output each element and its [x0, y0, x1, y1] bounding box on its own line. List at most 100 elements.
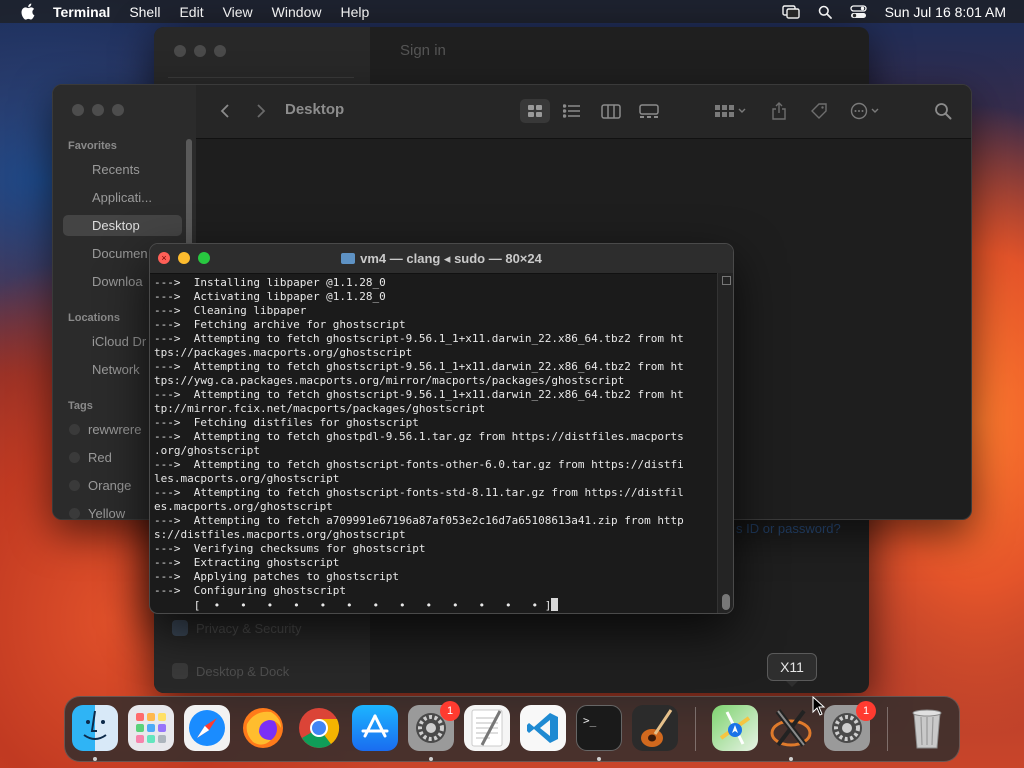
- tag-dot-icon: [69, 424, 80, 435]
- terminal-progress: [ • • • • • • • • • • • • • ]: [154, 599, 552, 612]
- terminal-line: ---> Fetching distfiles for ghostscript: [154, 416, 419, 429]
- settings-item-privacy[interactable]: Privacy & Security: [172, 620, 301, 636]
- finder-sidebar-scrollbar[interactable]: [186, 139, 192, 259]
- terminal-running-dot: [597, 757, 601, 761]
- tag-icon[interactable]: [808, 99, 830, 123]
- list-view-icon[interactable]: [561, 99, 583, 123]
- safari-icon[interactable]: [184, 705, 230, 751]
- terminal-line: ---> Applying patches to ghostscript: [154, 570, 400, 583]
- desktop-icon: [69, 219, 84, 232]
- sidebar-tag-rewwrere[interactable]: rewwrere: [69, 422, 141, 437]
- trash-icon[interactable]: [904, 705, 950, 751]
- forward-chevron-icon[interactable]: [253, 99, 269, 123]
- group-by-icon[interactable]: [713, 99, 749, 123]
- desktop-dock-icon: [172, 663, 188, 679]
- spotlight-search-icon[interactable]: [818, 5, 832, 19]
- x11-icon[interactable]: [768, 705, 814, 751]
- vscode-icon[interactable]: [520, 705, 566, 751]
- back-chevron-icon[interactable]: [217, 99, 233, 123]
- control-center-icon[interactable]: [849, 4, 867, 19]
- applications-icon: [69, 191, 84, 204]
- menu-shell[interactable]: Shell: [129, 4, 160, 20]
- settings-item-desktop-dock[interactable]: Desktop & Dock: [172, 663, 289, 679]
- column-view-icon[interactable]: [600, 99, 622, 123]
- settings-running-dot: [429, 757, 433, 761]
- settings-divider: [168, 77, 354, 78]
- launchpad-icon[interactable]: [128, 705, 174, 751]
- terminal-line: ---> Attempting to fetch ghostscript-9.5…: [154, 360, 684, 373]
- app-store-icon[interactable]: [352, 705, 398, 751]
- tag-dot-icon: [69, 480, 80, 491]
- menu-app-terminal[interactable]: Terminal: [53, 4, 110, 20]
- terminal-line: ---> Cleaning libpaper: [154, 304, 307, 317]
- scrollbar-thumb[interactable]: [722, 594, 730, 610]
- sidebar-item-recents[interactable]: Recents: [69, 162, 140, 177]
- sidebar-tag-yellow[interactable]: Yellow: [69, 506, 125, 519]
- terminal-line: tp://mirror.fcix.net/macports/packages/g…: [154, 402, 486, 415]
- icon-view-icon[interactable]: [520, 99, 550, 123]
- x11-running-dot: [789, 757, 793, 761]
- sidebar-item-documents[interactable]: Documen: [69, 246, 148, 261]
- menu-window[interactable]: Window: [272, 4, 322, 20]
- screen-mirroring-icon[interactable]: [781, 4, 800, 19]
- terminal-output[interactable]: ---> Installing libpaper @1.1.28_0 ---> A…: [154, 276, 719, 613]
- finder-running-dot: [93, 757, 97, 761]
- terminal-line: .org/ghostscript: [154, 444, 260, 457]
- settings-sign-in[interactable]: Sign in: [400, 42, 446, 59]
- sidebar-item-downloads[interactable]: Downloa: [69, 274, 143, 289]
- terminal-scrollbar[interactable]: [717, 273, 733, 613]
- terminal-line: ---> Extracting ghostscript: [154, 556, 340, 569]
- sidebar-item-desktop[interactable]: Desktop: [63, 215, 182, 236]
- terminal-title: vm4 — clang ◂ sudo — 80×24: [150, 251, 733, 267]
- terminal-app-icon[interactable]: >_: [576, 705, 622, 751]
- scrollbar-button[interactable]: [722, 276, 731, 285]
- settings-item-privacy-label: Privacy & Security: [196, 620, 302, 636]
- terminal-title-text: vm4 — clang ◂ sudo — 80×24: [360, 251, 542, 266]
- gallery-view-icon[interactable]: [638, 99, 660, 123]
- search-icon[interactable]: [933, 99, 953, 123]
- download-icon: [69, 275, 84, 288]
- favorites-header: Favorites: [68, 140, 117, 152]
- menu-help[interactable]: Help: [340, 4, 369, 20]
- clock-icon: [69, 163, 84, 176]
- apple-menu-icon[interactable]: [19, 3, 35, 20]
- finder-window-controls[interactable]: [72, 104, 124, 116]
- sidebar-item-network[interactable]: Network: [69, 362, 140, 377]
- finder-icon[interactable]: [72, 705, 118, 751]
- garageband-icon[interactable]: [632, 705, 678, 751]
- textedit-icon[interactable]: [464, 705, 510, 751]
- mouse-pointer-icon: [812, 696, 826, 716]
- sidebar-tag-orange[interactable]: Orange: [69, 478, 131, 493]
- cloud-icon: [69, 335, 84, 348]
- folder-icon: [341, 253, 356, 264]
- menu-bar: Terminal Shell Edit View Window Help Sun…: [0, 0, 1024, 23]
- firefox-icon[interactable]: [240, 705, 286, 751]
- tag-dot-icon: [69, 508, 80, 519]
- dock-separator: [695, 707, 696, 751]
- sidebar-item-applications[interactable]: Applicati...: [69, 190, 152, 205]
- terminal-line: ---> Attempting to fetch ghostscript-fon…: [154, 486, 684, 499]
- tag-dot-icon: [69, 452, 80, 463]
- terminal-line: les.macports.org/ghostscript: [154, 472, 340, 485]
- terminal-line: ---> Configuring ghostscript: [154, 584, 347, 597]
- locations-header: Locations: [68, 312, 120, 324]
- dock-tooltip: X11: [767, 653, 817, 687]
- menu-clock[interactable]: Sun Jul 16 8:01 AM: [885, 4, 1006, 20]
- document-icon: [69, 247, 84, 260]
- sidebar-item-icloud[interactable]: iCloud Dr: [69, 334, 146, 349]
- chrome-icon[interactable]: [296, 705, 342, 751]
- share-icon[interactable]: [769, 99, 789, 123]
- menu-view[interactable]: View: [223, 4, 253, 20]
- terminal-line: es.macports.org/ghostscript: [154, 500, 333, 513]
- terminal-line: ---> Attempting to fetch ghostscript-9.5…: [154, 388, 684, 401]
- sidebar-tag-red[interactable]: Red: [69, 450, 112, 465]
- maps-icon[interactable]: [712, 705, 758, 751]
- terminal-line: ---> Attempting to fetch a709991e67196a8…: [154, 514, 684, 527]
- more-actions-icon[interactable]: [849, 99, 885, 123]
- finder-title: Desktop: [285, 101, 345, 118]
- settings-item-desktop-dock-label: Desktop & Dock: [196, 663, 290, 679]
- forgot-password-link[interactable]: s ID or password?: [736, 521, 841, 536]
- terminal-line: tps://packages.macports.org/ghostscript: [154, 346, 413, 359]
- terminal-cursor: [551, 598, 559, 611]
- menu-edit[interactable]: Edit: [179, 4, 203, 20]
